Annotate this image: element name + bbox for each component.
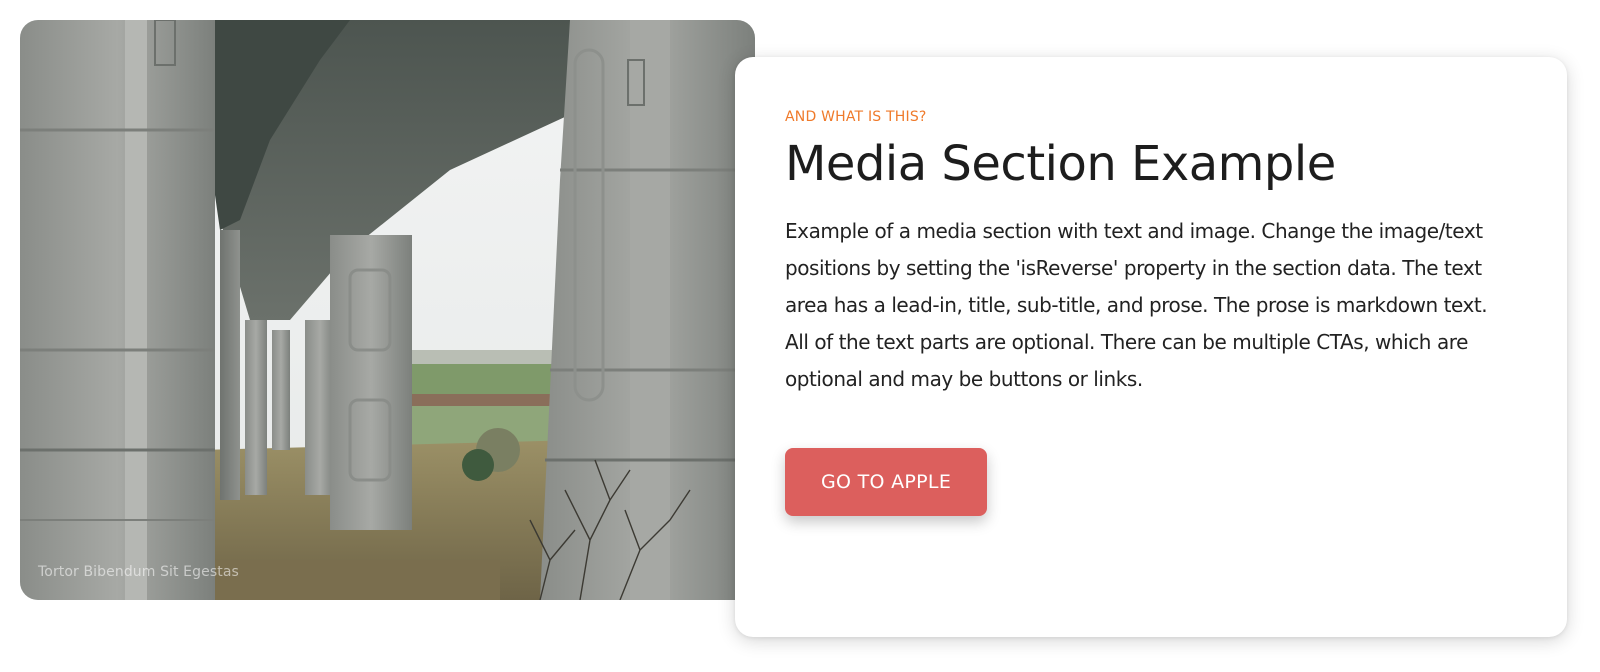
go-to-apple-button[interactable]: GO TO APPLE xyxy=(785,448,988,516)
bridge-photo xyxy=(20,20,755,600)
section-title: Media Section Example xyxy=(785,136,1336,192)
media-image: Tortor Bibendum Sit Egestas xyxy=(20,20,755,600)
prose-text: Example of a media section with text and… xyxy=(785,219,1488,391)
media-section: Tortor Bibendum Sit Egestas AND WHAT IS … xyxy=(0,0,1600,672)
image-caption: Tortor Bibendum Sit Egestas xyxy=(38,564,239,580)
text-card: AND WHAT IS THIS? Media Section Example … xyxy=(735,57,1567,637)
lead-in: AND WHAT IS THIS? xyxy=(785,109,927,125)
